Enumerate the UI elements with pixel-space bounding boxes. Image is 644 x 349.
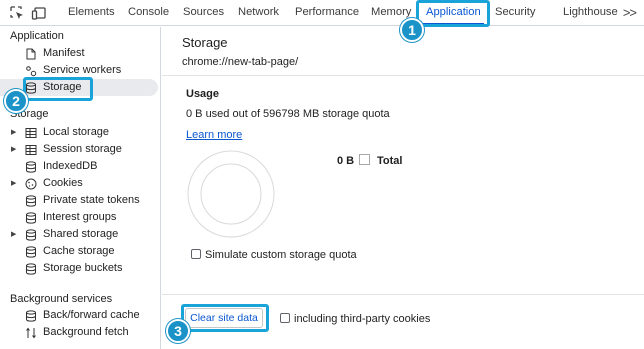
database-icon	[26, 212, 36, 224]
tab-performance[interactable]: Performance	[295, 0, 359, 26]
tab-elements[interactable]: Elements	[68, 0, 115, 26]
simulate-quota-row[interactable]: Simulate custom storage quota	[191, 249, 357, 261]
sidebar-item-label: Interest groups	[43, 211, 117, 223]
expand-arrow-icon[interactable]: ▶	[11, 175, 16, 192]
sidebar-item-indexeddb[interactable]: IndexedDB	[0, 158, 158, 175]
sync-arrows-icon	[26, 327, 36, 339]
callout-badge-2: 2	[4, 89, 28, 113]
sidebar-item-back-forward-cache[interactable]: Back/forward cache	[0, 307, 158, 324]
sidebar-item-session-storage[interactable]: ▶ Session storage	[0, 141, 158, 158]
sidebar-item-label: Shared storage	[43, 228, 119, 240]
tab-console[interactable]: Console	[128, 0, 169, 26]
section-title-application: Application	[10, 30, 64, 42]
legend-swatch	[359, 154, 370, 165]
sidebar-item-storage-buckets[interactable]: Storage buckets	[0, 260, 158, 277]
document-icon	[26, 48, 36, 60]
third-party-cookies-checkbox[interactable]	[280, 313, 290, 323]
sidebar-item-label: Cookies	[43, 177, 83, 189]
divider	[162, 294, 644, 295]
sidebar-item-local-storage[interactable]: ▶ Local storage	[0, 124, 158, 141]
sidebar-item-label: Storage buckets	[43, 262, 123, 274]
usage-pie-chart	[187, 150, 275, 238]
database-icon	[26, 263, 36, 275]
sidebar-item-label: IndexedDB	[43, 160, 98, 172]
legend-total-value: 0 B	[337, 155, 355, 167]
expand-arrow-icon[interactable]: ▶	[11, 141, 16, 158]
database-icon	[26, 161, 36, 173]
database-icon	[26, 310, 36, 322]
database-icon	[26, 246, 36, 258]
usage-heading: Usage	[186, 88, 220, 100]
sidebar-item-label: Private state tokens	[43, 194, 140, 206]
expand-arrow-icon[interactable]: ▶	[11, 124, 16, 141]
page-title: Storage	[182, 35, 228, 50]
callout-highlight-application-tab	[416, 0, 490, 27]
simulate-quota-label: Simulate custom storage quota	[205, 249, 357, 261]
sidebar-item-label: Back/forward cache	[43, 309, 140, 321]
database-icon	[26, 229, 36, 241]
expand-arrow-icon[interactable]: ▶	[11, 226, 16, 243]
database-icon	[26, 195, 36, 207]
application-sidebar: Application Manifest Service workers Sto…	[0, 27, 161, 349]
device-toolbar-icon[interactable]	[31, 5, 47, 21]
sidebar-item-manifest[interactable]: Manifest	[0, 45, 158, 62]
storage-panel: Storage chrome://new-tab-page/ Usage 0 B…	[162, 27, 644, 349]
learn-more-link[interactable]: Learn more	[186, 129, 242, 141]
table-icon	[25, 145, 37, 155]
simulate-quota-checkbox[interactable]	[191, 249, 201, 259]
third-party-cookies-row[interactable]: including third-party cookies	[280, 313, 430, 325]
sidebar-item-label: Cache storage	[43, 245, 115, 257]
tab-security[interactable]: Security	[495, 0, 535, 26]
usage-summary: 0 B used out of 596798 MB storage quota	[186, 108, 390, 120]
more-tabs-button[interactable]: >>	[623, 0, 637, 26]
tab-lighthouse[interactable]: Lighthouse	[563, 0, 618, 26]
gear-icon	[26, 66, 37, 77]
sidebar-item-shared-storage[interactable]: ▶ Shared storage	[0, 226, 158, 243]
sidebar-item-label: Manifest	[43, 47, 85, 59]
sidebar-item-background-fetch[interactable]: Background fetch	[0, 324, 158, 341]
origin-url: chrome://new-tab-page/	[182, 56, 299, 68]
sidebar-item-cookies[interactable]: ▶ Cookies	[0, 175, 158, 192]
sidebar-item-label: Session storage	[43, 143, 122, 155]
section-title-background-services: Background services	[10, 293, 113, 305]
inspect-element-icon[interactable]	[9, 5, 25, 21]
sidebar-item-cache-storage[interactable]: Cache storage	[0, 243, 158, 260]
sidebar-item-interest-groups[interactable]: Interest groups	[0, 209, 158, 226]
legend-total-label: Total	[377, 155, 403, 167]
sidebar-item-label: Background fetch	[43, 326, 129, 338]
sidebar-item-label: Local storage	[43, 126, 110, 138]
cookie-icon	[25, 178, 37, 190]
tab-network[interactable]: Network	[238, 0, 279, 26]
callout-highlight-clear-button	[181, 304, 269, 332]
table-icon	[25, 128, 37, 138]
callout-badge-1: 1	[400, 18, 424, 42]
tab-sources[interactable]: Sources	[183, 0, 224, 26]
callout-highlight-storage-item	[23, 77, 93, 101]
devtools-tab-bar: Elements Console Sources Network Perform…	[0, 0, 644, 26]
sidebar-item-private-state-tokens[interactable]: Private state tokens	[0, 192, 158, 209]
third-party-cookies-label: including third-party cookies	[294, 313, 431, 325]
callout-badge-3: 3	[166, 319, 190, 343]
